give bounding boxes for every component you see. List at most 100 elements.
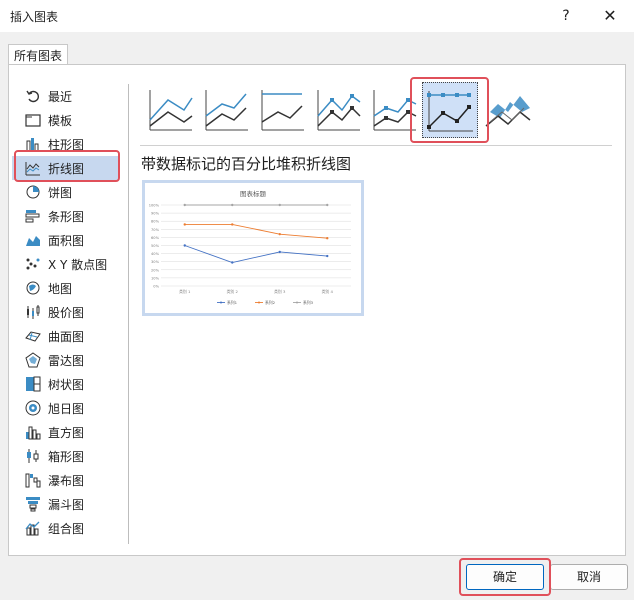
column-chart-icon [24,135,42,153]
preview-data-marker [183,203,186,207]
close-button[interactable]: ✕ [596,4,624,28]
folder-icon [24,111,42,129]
sidebar-item-area-chart[interactable]: 面积图 [12,228,118,252]
sidebar-item-recent[interactable]: 最近 [12,84,118,108]
waterfall-chart-icon [24,471,42,489]
subtype-line-markers[interactable] [312,82,362,138]
preview-y-tick-label: 10% [151,276,160,280]
preview-legend-label: 系列3 [303,300,314,305]
sidebar-item-bar-chart[interactable]: 条形图 [12,204,118,228]
sidebar-item-stock-chart[interactable]: 股价图 [12,300,118,324]
preview-y-tick-label: 60% [151,236,160,240]
subtype-percent-stacked-line[interactable] [256,82,306,138]
map-chart-icon [24,279,42,297]
preview-series-line [184,245,328,263]
subtype-line[interactable] [144,82,194,138]
sidebar-item-label: X Y 散点图 [48,257,108,272]
preview-data-marker [183,244,186,247]
cancel-button[interactable]: 取消 [550,564,628,590]
preview-data-marker [278,203,281,207]
sidebar-item-folder[interactable]: 模板 [12,108,118,132]
sidebar-item-map-chart[interactable]: 地图 [12,276,118,300]
preview-data-marker [183,223,186,226]
preview-y-tick-label: 40% [151,252,160,256]
sidebar-item-box-whisker-chart[interactable]: 箱形图 [12,444,118,468]
surface-chart-icon [24,327,42,345]
sidebar-item-column-chart[interactable]: 柱形图 [12,132,118,156]
sidebar-item-label: 最近 [48,89,73,104]
stacked-line-markers-subtype-icon [373,90,417,131]
preview-x-tick-label: 类别 1 [179,289,191,294]
insert-chart-dialog: 插入图表 ? ✕ 所有图表 最近模板柱形图折线图饼图条形图 面积图 X Y 散点图地… [0,0,634,600]
sidebar-item-scatter-chart[interactable]: X Y 散点图 [12,252,118,276]
tab-bar: 所有图表 [0,32,634,66]
preview-data-marker [231,203,234,207]
sidebar-item-line-chart[interactable]: 折线图 [12,156,118,180]
preview-y-tick-label: 30% [151,260,160,264]
stock-chart-icon [24,303,42,321]
preview-data-marker [278,250,281,254]
preview-data-marker [278,232,281,236]
preview-data-marker [231,261,234,264]
subtype-stacked-line[interactable] [200,82,250,138]
sidebar-item-label: 股价图 [48,305,85,320]
chart-preview[interactable]: 图表标题 0% 10% 20% 30% 40% 50% 60% 70% 80% 90% 100% 类别 … [142,180,364,316]
sidebar-item-label: 组合图 [48,521,85,536]
preview-data-marker [326,237,329,240]
preview-legend-marker [220,301,222,304]
preview-legend-marker [258,301,260,304]
line-chart-icon [24,159,42,177]
subtype-percent-stacked-line-markers[interactable] [422,82,478,138]
sidebar-item-treemap-chart[interactable]: 树状图 [12,372,118,396]
sidebar-item-label: 柱形图 [48,137,85,152]
dialog-title: 插入图表 [10,10,59,24]
sidebar-item-pie-chart[interactable]: 饼图 [12,180,118,204]
tab-all-charts[interactable]: 所有图表 [8,44,69,66]
title-bar: 插入图表 ? ✕ [0,0,634,32]
preview-y-tick-label: 70% [151,228,160,232]
preview-y-tick-label: 50% [151,244,160,248]
sidebar-item-radar-chart[interactable]: 雷达图 [12,348,118,372]
scatter-chart-icon [24,255,42,273]
recent-icon [24,87,42,105]
sidebar-item-histogram-chart[interactable]: 直方图 [12,420,118,444]
sidebar-item-label: 饼图 [48,185,73,200]
selected-chart-type-name: 带数据标记的百分比堆积折线图 [141,155,352,173]
ok-button[interactable]: 确定 [466,564,544,590]
help-button[interactable]: ? [552,4,580,28]
sidebar-item-label: 树状图 [48,377,85,392]
combo-chart-icon [24,519,42,537]
sidebar-item-label: 瀑布图 [48,473,85,488]
sidebar-item-label: 直方图 [48,425,85,440]
sidebar-item-surface-chart[interactable]: 曲面图 [12,324,118,348]
sidebar-item-funnel-chart[interactable]: 漏斗图 [12,492,118,516]
preview-y-tick-label: 0% [153,285,159,289]
sidebar-item-waterfall-chart[interactable]: 瀑布图 [12,468,118,492]
preview-series-line [184,223,328,239]
preview-y-tick-label: 90% [151,212,160,216]
sidebar-divider [128,84,129,544]
sidebar-item-combo-chart[interactable]: 组合图 [12,516,118,540]
area-chart-icon [24,231,42,249]
preview-chart-svg: 图表标题 0% 10% 20% 30% 40% 50% 60% 70% 80% 90% 100% 类别 … [149,189,351,305]
preview-y-tick-label: 100% [149,204,160,208]
treemap-chart-icon [24,375,42,393]
sidebar-item-label: 折线图 [48,161,85,176]
subtype-stacked-line-markers[interactable] [368,82,418,138]
percent-stacked-line-subtype-icon [261,90,304,131]
preview-x-tick-label: 类别 2 [227,289,239,294]
chart-subtype-strip [140,80,532,140]
preview-x-tick-label: 类别 3 [274,289,286,294]
preview-legend-marker [296,301,298,304]
sunburst-chart-icon [24,399,42,417]
preview-data-marker [326,254,329,258]
subtype-3d-line[interactable] [482,82,532,138]
subtype-separator [140,145,612,146]
sidebar-item-label: 箱形图 [48,449,85,464]
stacked-line-subtype-icon [205,90,248,131]
histogram-chart-icon [24,423,42,441]
preview-legend-label: 系列1 [227,300,238,305]
radar-chart-icon [24,351,42,369]
sidebar-item-sunburst-chart[interactable]: 旭日图 [12,396,118,420]
bar-chart-icon [24,207,42,225]
